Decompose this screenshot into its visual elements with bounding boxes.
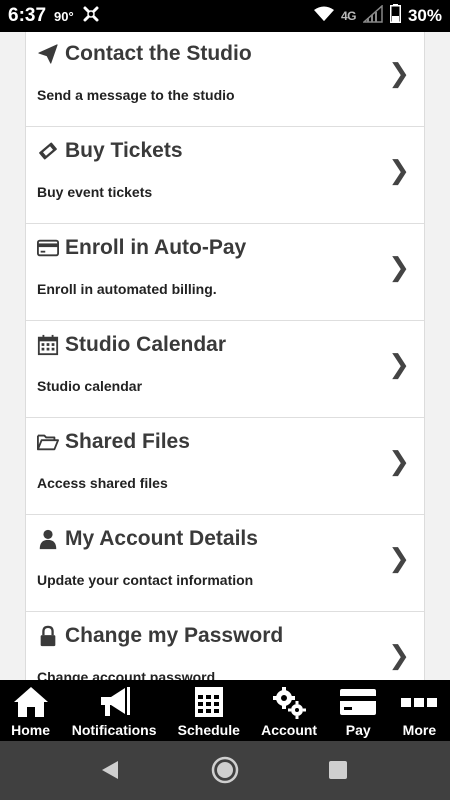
status-right: 4G 30% xyxy=(313,3,442,28)
lock-icon xyxy=(37,625,59,647)
signal-icon xyxy=(361,3,383,28)
tab-label: Home xyxy=(11,722,51,738)
bottom-tab-bar: Home Notifications Schedule Account Pay … xyxy=(0,680,450,741)
system-nav-bar xyxy=(0,741,450,800)
wifi-icon xyxy=(313,6,334,27)
item-title-text: Shared Files xyxy=(65,430,190,453)
tab-home[interactable]: Home xyxy=(0,680,61,741)
item-title: Enroll in Auto-Pay xyxy=(37,236,246,260)
chevron-right-icon: ❯ xyxy=(388,349,410,379)
credit-card-icon xyxy=(37,237,59,259)
home-icon xyxy=(11,684,51,720)
tab-label: More xyxy=(402,722,437,738)
item-title: Buy Tickets xyxy=(37,139,183,163)
item-description: Enroll in automated billing. xyxy=(37,281,217,297)
app-notification-icon xyxy=(82,5,100,28)
item-title-text: Enroll in Auto-Pay xyxy=(65,236,247,259)
tab-more[interactable]: More xyxy=(389,680,450,741)
credit-card-icon xyxy=(338,684,378,720)
tab-label: Pay xyxy=(345,722,371,738)
item-title: Change my Password xyxy=(37,624,283,648)
tab-notifications[interactable]: Notifications xyxy=(61,680,167,741)
menu-item-account-details[interactable]: My Account Details Update your contact i… xyxy=(26,515,424,612)
menu-card: Contact the Studio Send a message to the… xyxy=(25,32,425,680)
menu-item-buy-tickets[interactable]: Buy Tickets Buy event tickets ❯ xyxy=(26,127,424,224)
item-title: Contact the Studio xyxy=(37,42,252,66)
item-title-text: My Account Details xyxy=(65,527,258,550)
item-description: Studio calendar xyxy=(37,378,143,394)
battery-icon xyxy=(389,4,401,28)
app-screen: 6:37 90° 4G 30% Contact the Studio Send … xyxy=(0,0,450,800)
ticket-icon xyxy=(37,140,59,162)
item-title: Shared Files xyxy=(37,430,190,454)
chevron-right-icon: ❯ xyxy=(388,252,410,282)
tab-pay[interactable]: Pay xyxy=(328,680,389,741)
back-icon[interactable] xyxy=(90,750,130,790)
item-description: Access shared files xyxy=(37,475,168,491)
status-bar: 6:37 90° 4G 30% xyxy=(0,0,450,32)
tab-label: Schedule xyxy=(177,722,240,738)
chevron-right-icon: ❯ xyxy=(388,58,410,88)
item-title: Studio Calendar xyxy=(37,333,226,357)
chevron-right-icon: ❯ xyxy=(388,446,410,476)
item-title-text: Change my Password xyxy=(65,624,284,647)
item-title-text: Buy Tickets xyxy=(65,139,183,162)
recents-icon[interactable] xyxy=(318,750,358,790)
item-description: Buy event tickets xyxy=(37,184,153,200)
item-description: Change account password xyxy=(37,669,216,680)
item-title-text: Studio Calendar xyxy=(65,333,227,356)
tab-label: Notifications xyxy=(71,722,157,738)
tab-schedule[interactable]: Schedule xyxy=(167,680,250,741)
chevron-right-icon: ❯ xyxy=(388,155,410,185)
menu-item-studio-calendar[interactable]: Studio Calendar Studio calendar ❯ xyxy=(26,321,424,418)
item-description: Update your contact information xyxy=(37,572,254,588)
user-icon xyxy=(37,528,59,550)
paper-plane-icon xyxy=(37,43,59,65)
home-circle-icon[interactable] xyxy=(205,750,245,790)
menu-item-auto-pay[interactable]: Enroll in Auto-Pay Enroll in automated b… xyxy=(26,224,424,321)
gears-icon xyxy=(269,684,309,720)
tab-label: Account xyxy=(261,722,318,738)
menu-item-change-password[interactable]: Change my Password Change account passwo… xyxy=(26,612,424,680)
item-title-text: Contact the Studio xyxy=(65,42,252,65)
tab-account[interactable]: Account xyxy=(251,680,328,741)
folder-open-icon xyxy=(37,431,59,453)
calendar-grid-icon xyxy=(189,684,229,720)
menu-item-contact-studio[interactable]: Contact the Studio Send a message to the… xyxy=(26,32,424,127)
more-dots-icon xyxy=(399,684,439,720)
network-type: 4G xyxy=(340,9,357,23)
status-left: 6:37 90° xyxy=(8,5,100,28)
status-time: 6:37 xyxy=(8,5,47,26)
calendar-icon xyxy=(37,334,59,356)
battery-percent: 30% xyxy=(407,6,442,25)
megaphone-icon xyxy=(94,684,134,720)
chevron-right-icon: ❯ xyxy=(388,640,410,670)
chevron-right-icon: ❯ xyxy=(388,543,410,573)
menu-content[interactable]: Contact the Studio Send a message to the… xyxy=(0,32,450,680)
status-temperature: 90° xyxy=(54,8,74,24)
menu-item-shared-files[interactable]: Shared Files Access shared files ❯ xyxy=(26,418,424,515)
item-description: Send a message to the studio xyxy=(37,87,235,103)
item-title: My Account Details xyxy=(37,527,258,551)
